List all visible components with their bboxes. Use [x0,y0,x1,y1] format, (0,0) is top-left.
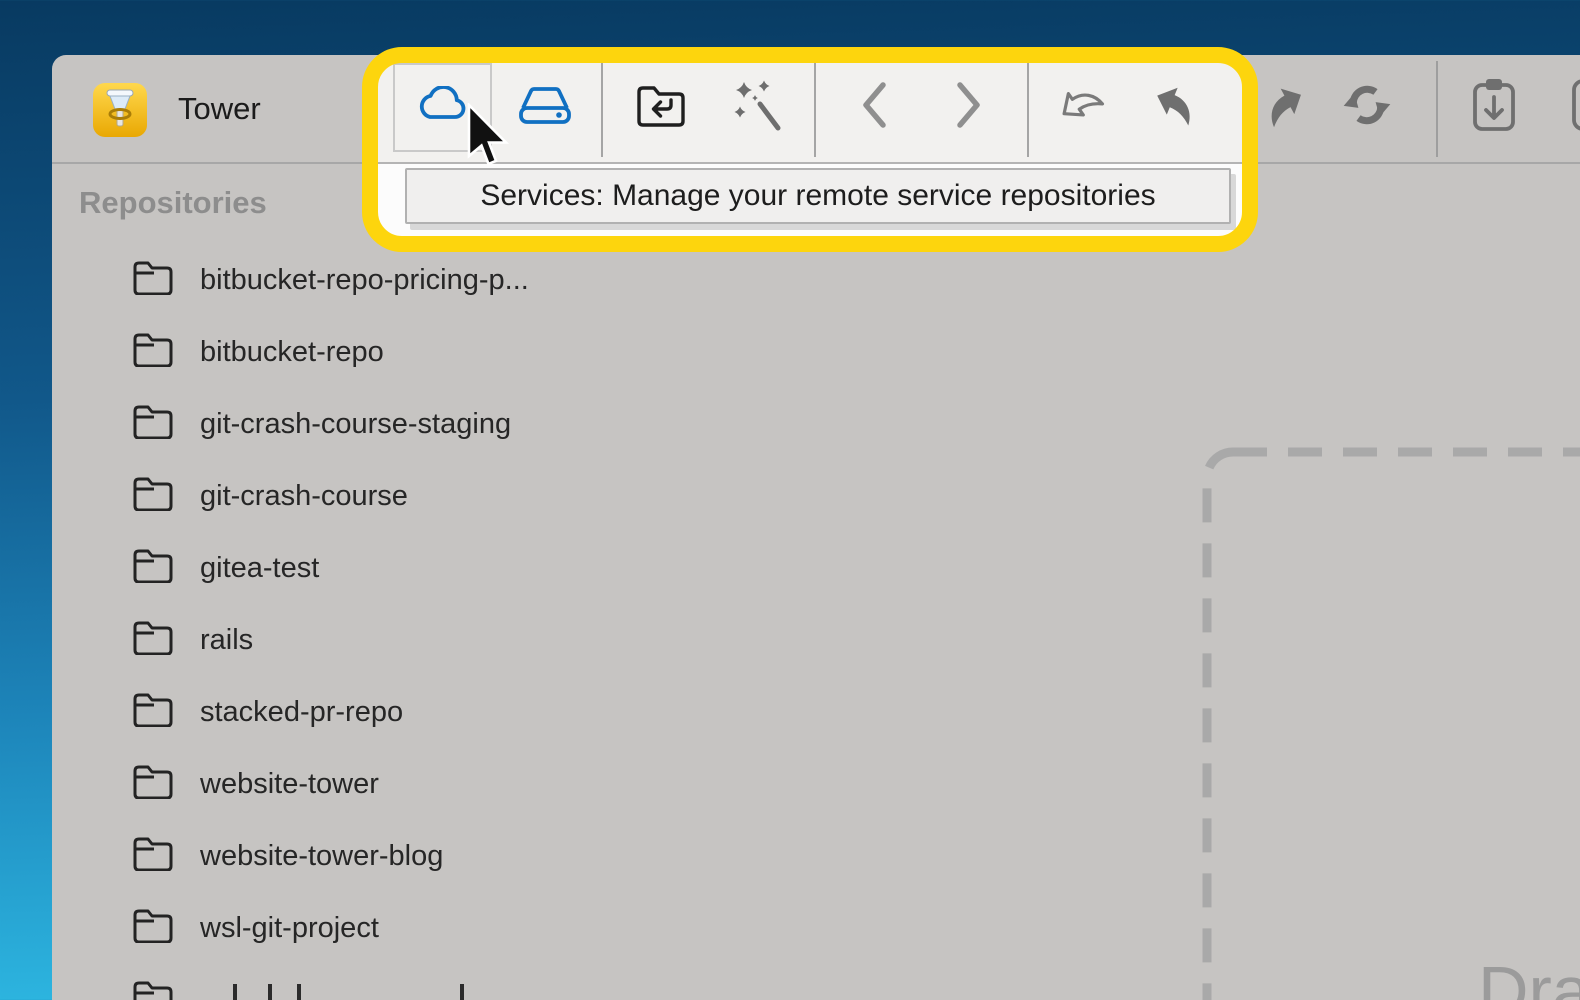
dropzone-hint-text: Dra [1478,956,1580,1000]
clipboard-download-icon [1468,75,1520,140]
folder-icon [133,621,173,660]
clipped-text-fragment [297,984,301,1000]
sync-icon [1340,78,1394,137]
folder-icon [133,981,173,1000]
stash-button[interactable] [1460,63,1528,152]
repo-name: wsl-git-project [200,912,379,945]
folder-icon [133,765,173,804]
folder-icon [133,549,173,588]
sidebar-item-repo[interactable]: website-tower [120,748,680,820]
sidebar-item-repo[interactable]: wsl-git-project [120,892,680,964]
repo-name: git-crash-course [200,480,408,513]
folder-icon [133,477,173,516]
repositories-header: Repositories [79,185,267,221]
sidebar-item-repo[interactable]: gitea-test [120,532,680,604]
clipped-text-fragment [268,984,272,1000]
clipped-icon [1572,77,1580,138]
repo-name: rails [200,624,253,657]
app-title: Tower [178,91,261,127]
mouse-cursor [467,103,511,172]
repo-name: website-tower-blog [200,840,443,873]
sidebar-item-repo[interactable]: bitbucket-repo [120,316,680,388]
repo-name: git-crash-course-staging [200,408,511,441]
redo-filled-icon [1261,82,1311,133]
sidebar-item-repo[interactable]: rails [120,604,680,676]
repo-name: gitea-test [200,552,319,585]
folder-icon [133,837,173,876]
folder-icon [133,693,173,732]
folder-icon [133,261,173,300]
sidebar-item-repo[interactable]: git-crash-course-staging [120,388,680,460]
toolbar-separator [1436,61,1438,157]
clipped-text-fragment [460,984,464,1000]
repo-name: bitbucket-repo-pricing-p... [200,264,529,297]
tower-app-icon [93,83,147,137]
folder-icon [133,405,173,444]
folder-icon [133,333,173,372]
clipped-text-fragment [233,984,237,1000]
repo-name: website-tower [200,768,379,801]
partial-toolbar-icon[interactable] [1572,63,1580,152]
folder-icon [133,909,173,948]
sidebar-item-repo[interactable]: git-crash-course [120,460,680,532]
sync-button[interactable] [1336,63,1398,152]
repo-name: stacked-pr-repo [200,696,403,729]
repo-name: bitbucket-repo [200,336,384,369]
sidebar-item-repo[interactable]: website-tower-blog [120,820,680,892]
sidebar-item-repo[interactable]: bitbucket-repo-pricing-p... [120,244,680,316]
sidebar-item-repo-partial[interactable] [120,964,680,1000]
redo-button[interactable] [1255,63,1317,152]
sidebar-item-repo[interactable]: stacked-pr-repo [120,676,680,748]
